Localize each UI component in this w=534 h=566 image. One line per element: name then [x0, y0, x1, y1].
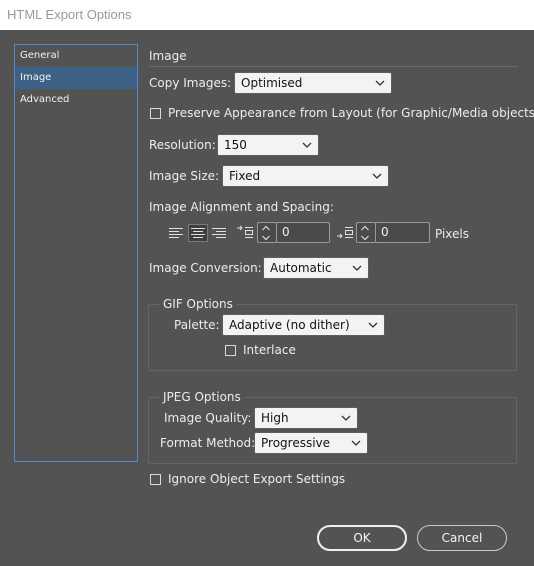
chevron-down-icon: [372, 173, 382, 179]
title-bar: HTML Export Options: [0, 0, 534, 30]
stepper-arrows-icon: [361, 225, 369, 241]
palette-value: Adaptive (no dither): [229, 318, 350, 332]
space-before-stepper[interactable]: [257, 222, 277, 243]
chevron-down-icon: [341, 415, 351, 421]
interlace-label: Interlace: [243, 343, 296, 357]
cancel-button[interactable]: Cancel: [417, 525, 507, 551]
chevron-down-icon: [368, 322, 378, 328]
space-before-input[interactable]: 0: [276, 222, 330, 243]
image-conversion-value: Automatic: [270, 261, 332, 275]
ignore-object-export-label: Ignore Object Export Settings: [168, 472, 346, 486]
image-quality-value: High: [261, 411, 289, 425]
ok-button[interactable]: OK: [317, 525, 407, 551]
image-size-value: Fixed: [229, 169, 261, 183]
space-after-input[interactable]: 0: [375, 222, 430, 243]
resolution-dropdown[interactable]: 150: [217, 134, 319, 156]
copy-images-label: Copy Images:: [149, 76, 232, 90]
align-center-icon[interactable]: [188, 224, 208, 242]
chevron-down-icon: [375, 80, 385, 86]
chevron-down-icon: [302, 142, 312, 148]
image-quality-label: Image Quality:: [164, 411, 252, 425]
space-after-stepper[interactable]: [356, 222, 376, 243]
format-method-dropdown[interactable]: Progressive: [254, 432, 368, 454]
image-size-dropdown[interactable]: Fixed: [222, 165, 389, 187]
palette-label: Palette:: [174, 318, 220, 332]
resolution-label: Resolution:: [149, 138, 216, 152]
image-conversion-label: Image Conversion:: [149, 261, 262, 275]
space-after-icon: [337, 227, 353, 239]
image-conversion-dropdown[interactable]: Automatic: [263, 257, 369, 279]
jpeg-options-title: JPEG Options: [160, 390, 244, 404]
format-method-value: Progressive: [261, 436, 331, 450]
section-title: Image: [149, 49, 187, 63]
preserve-appearance-label: Preserve Appearance from Layout (for Gra…: [168, 106, 534, 120]
image-size-label: Image Size:: [149, 169, 220, 183]
chevron-down-icon: [352, 265, 362, 271]
align-left-icon[interactable]: [168, 225, 184, 241]
align-right-icon[interactable]: [211, 225, 227, 241]
stepper-arrows-icon: [262, 225, 270, 241]
category-list: General Image Advanced: [14, 44, 138, 462]
space-before-icon: [237, 225, 253, 238]
preserve-appearance-checkbox[interactable]: [150, 108, 161, 119]
interlace-checkbox[interactable]: [225, 345, 236, 356]
resolution-value: 150: [224, 138, 247, 152]
copy-images-value: Optimised: [241, 76, 303, 90]
spacing-unit-label: Pixels: [435, 227, 470, 241]
chevron-down-icon: [351, 440, 361, 446]
palette-dropdown[interactable]: Adaptive (no dither): [222, 314, 385, 336]
copy-images-dropdown[interactable]: Optimised: [234, 72, 392, 94]
nav-item-image[interactable]: Image: [15, 67, 137, 89]
nav-item-general[interactable]: General: [15, 45, 137, 67]
ignore-object-export-checkbox[interactable]: [150, 474, 161, 485]
format-method-label: Format Method:: [160, 436, 256, 450]
window-title: HTML Export Options: [7, 7, 132, 22]
gif-options-title: GIF Options: [160, 297, 236, 311]
nav-item-advanced[interactable]: Advanced: [15, 89, 137, 111]
alignment-spacing-label: Image Alignment and Spacing:: [149, 200, 334, 214]
image-quality-dropdown[interactable]: High: [254, 407, 358, 429]
section-divider: [149, 66, 518, 67]
